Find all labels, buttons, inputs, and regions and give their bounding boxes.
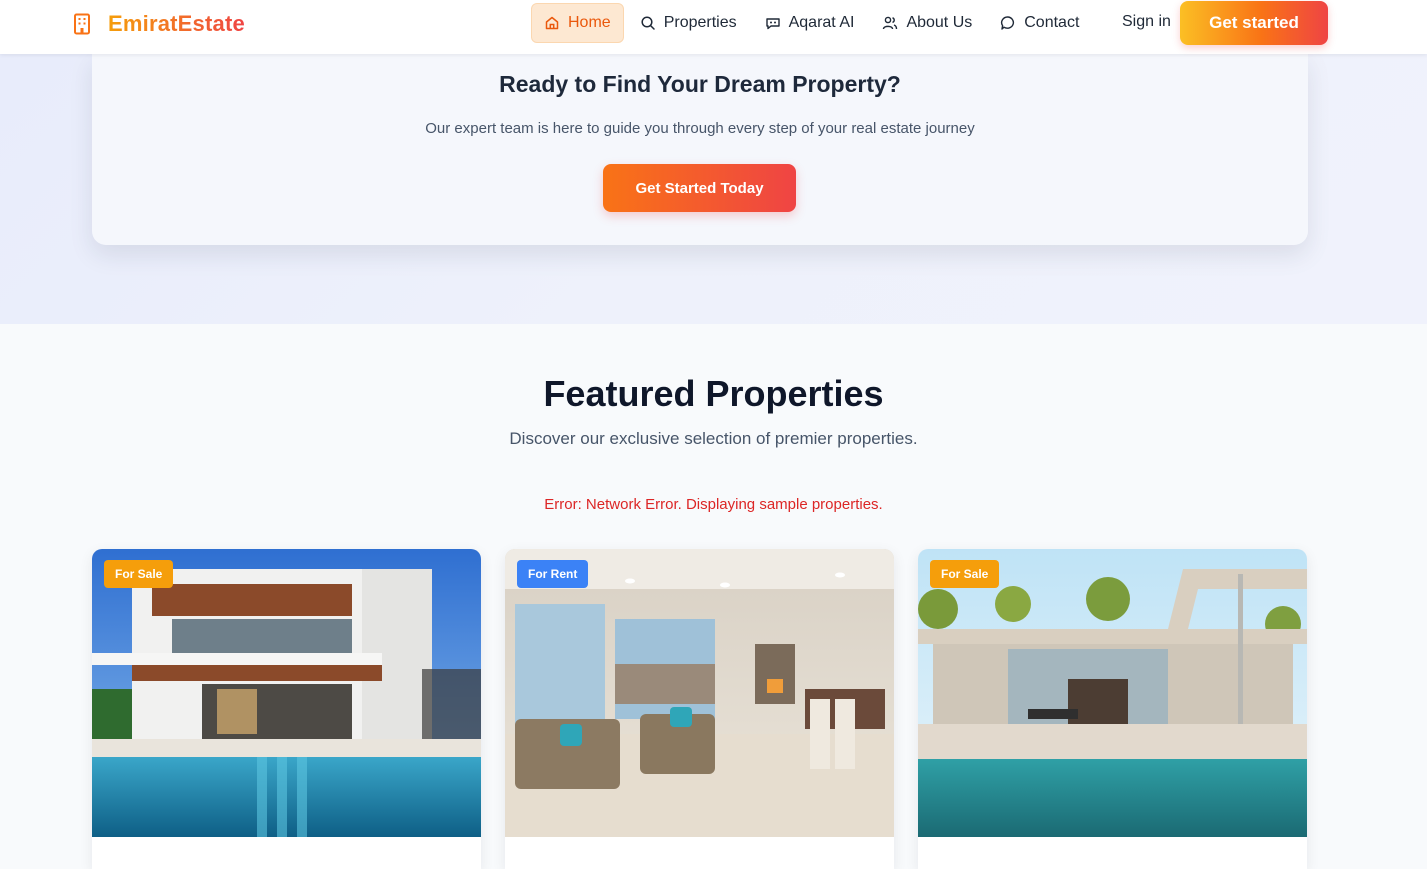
chat-icon xyxy=(1001,16,1015,30)
for-sale-badge: For Sale xyxy=(930,560,1000,588)
users-icon xyxy=(883,16,898,30)
property-card[interactable]: For Sale xyxy=(918,549,1307,869)
property-image xyxy=(505,549,894,837)
brand-logo[interactable]: EmiratEstate xyxy=(72,11,245,37)
nav-contact-label: Contact xyxy=(1024,14,1080,31)
brand-name: EmiratEstate xyxy=(108,11,245,36)
home-icon xyxy=(545,16,559,30)
property-image xyxy=(92,549,481,837)
building-icon xyxy=(74,13,90,35)
error-message: Error: Network Error. Displaying sample … xyxy=(544,496,883,513)
property-card[interactable]: For Rent xyxy=(505,549,894,869)
nav-aqarat-ai-label: Aqarat AI xyxy=(788,14,855,31)
cta-title: Ready to Find Your Dream Property? xyxy=(499,71,901,97)
property-card[interactable]: For Sale xyxy=(92,549,481,869)
nav-home-label: Home xyxy=(568,14,611,31)
for-rent-badge: For Rent xyxy=(517,560,589,588)
bot-icon xyxy=(765,18,780,30)
cta-card: Ready to Find Your Dream Property? Our e… xyxy=(92,54,1308,245)
sign-in-link[interactable]: Sign in xyxy=(1122,13,1171,31)
for-sale-badge: For Sale xyxy=(104,560,174,588)
cta-subtitle: Our expert team is here to guide you thr… xyxy=(425,120,975,137)
nav-home[interactable]: Home xyxy=(531,3,624,43)
nav-about-us[interactable]: About Us xyxy=(870,3,984,43)
main-nav: Home Properties Aqarat AI About Us Conta… xyxy=(531,3,1095,43)
property-image xyxy=(918,549,1307,837)
nav-contact[interactable]: Contact xyxy=(988,3,1091,43)
nav-properties-label: Properties xyxy=(663,14,737,31)
nav-aqarat-ai[interactable]: Aqarat AI xyxy=(753,3,867,43)
nav-properties[interactable]: Properties xyxy=(628,3,749,43)
featured-subtitle: Discover our exclusive selection of prem… xyxy=(509,429,918,448)
nav-about-us-label: About Us xyxy=(906,14,973,31)
get-started-today-button[interactable]: Get Started Today xyxy=(603,164,796,212)
featured-title: Featured Properties xyxy=(543,373,884,414)
get-started-button[interactable]: Get started xyxy=(1180,1,1328,45)
cta-section: Ready to Find Your Dream Property? Our e… xyxy=(0,54,1427,324)
top-navbar: EmiratEstate Home Properties Aqarat AI A… xyxy=(0,0,1427,54)
search-icon xyxy=(641,16,655,30)
